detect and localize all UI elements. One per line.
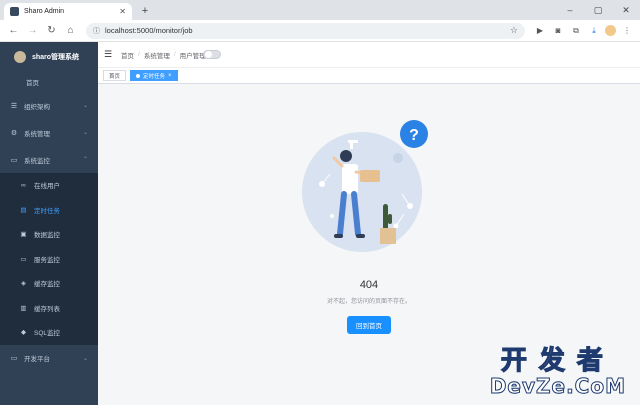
hamburger-icon[interactable]: ☰ <box>104 49 116 60</box>
tag-close-icon[interactable]: × <box>168 73 172 79</box>
breadcrumb-item: 用户管理 <box>179 52 206 60</box>
active-dot-icon <box>136 73 141 78</box>
close-window-button[interactable]: ✕ <box>612 0 640 20</box>
monitor-submenu: ∞ 在线用户 ▤ 定时任务 ▣ 数据监控 ▭ 服务监控 ◈ 缓存监控 ▥ 缓存列… <box>0 173 98 345</box>
sidebar-item-label: 缓存监控 <box>34 281 60 289</box>
extensions-icon[interactable]: ⧉ <box>569 24 583 38</box>
error-code: 404 <box>359 279 379 291</box>
sidebar-item-job[interactable]: ▤ 定时任务 <box>0 198 98 223</box>
chevron-down-icon: ⌄ <box>82 355 88 362</box>
sidebar-item-cache-list[interactable]: ▥ 缓存列表 <box>0 296 98 321</box>
top-navbar: ☰ 首页 / 系统管理 / 用户管理 <box>98 42 640 68</box>
url-input[interactable]: ⓘ localhost:5000/monitor/job ☆ <box>86 22 525 39</box>
chevron-down-icon: ⌄ <box>82 103 88 109</box>
sidebar-item-label: 缓存列表 <box>34 305 60 313</box>
breadcrumb-separator: / <box>138 51 140 58</box>
sidebar-item-organization[interactable]: ☰ 组织架构 ⌄ <box>0 92 98 119</box>
site-info-icon[interactable]: ⓘ <box>93 26 100 36</box>
url-text: localhost:5000/monitor/job <box>105 26 193 35</box>
gear-icon: ⚙ <box>10 129 18 137</box>
minimize-button[interactable]: – <box>556 0 584 20</box>
back-home-button[interactable]: 回到首页 <box>347 316 391 334</box>
logo-icon <box>14 51 26 63</box>
cache-icon: ◈ <box>21 280 26 288</box>
maximize-button[interactable]: ▢ <box>584 0 612 20</box>
breadcrumb: 首页 / 系统管理 / 用户管理 <box>121 50 206 60</box>
home-icon[interactable]: ⌂ <box>63 23 78 38</box>
sidebar-item-cache-monitor[interactable]: ◈ 缓存监控 <box>0 271 98 296</box>
sidebar-item-system[interactable]: ⚙ 系统管理 ⌄ <box>0 119 98 146</box>
server-icon: ▭ <box>20 255 27 263</box>
cache-list-icon: ▥ <box>20 304 27 312</box>
forward-icon[interactable]: → <box>25 23 40 38</box>
browser-tab-bar: Sharo Admin ✕ + – ▢ ✕ <box>0 0 640 20</box>
favicon-icon <box>10 7 19 16</box>
tab-close-icon[interactable]: ✕ <box>119 7 126 16</box>
sidebar-item-data-monitor[interactable]: ▣ 数据监控 <box>0 222 98 247</box>
error-message: 对不起，您访问的页面不存在。 <box>326 299 411 305</box>
svg-text:?: ? <box>409 127 419 144</box>
tags-view: 首页 定时任务 × <box>98 68 640 84</box>
page-content: ? 404 对不起，您访问的页面不存在。 回到首页 开发者 DevZe.CoM <box>98 84 640 405</box>
sidebar-item-label: 系统监控 <box>24 157 50 165</box>
sidebar: sharo管理系统 首页 ☰ 组织架构 ⌄ ⚙ 系统管理 ⌄ ▭ 系统监控 ⌃ … <box>0 42 98 405</box>
sidebar-item-monitor[interactable]: ▭ 系统监控 ⌃ <box>0 146 98 173</box>
tag-job[interactable]: 定时任务 × <box>130 70 178 81</box>
more-menu-icon[interactable]: ⋮ <box>620 24 634 38</box>
address-bar: ← → ↻ ⌂ ⓘ localhost:5000/monitor/job ☆ ▶… <box>0 20 640 42</box>
breadcrumb-separator: / <box>173 51 176 58</box>
sidebar-item-label: SQL监控 <box>34 330 61 338</box>
tab-title: Sharo Admin <box>24 8 65 15</box>
window-controls: – ▢ ✕ <box>556 0 640 20</box>
profile-avatar[interactable] <box>605 25 616 36</box>
tag-label: 首页 <box>109 73 121 80</box>
brand-title: sharo管理系统 <box>32 54 80 61</box>
tag-home[interactable]: 首页 <box>103 70 127 81</box>
sidebar-item-sql-monitor[interactable]: ◆ SQL监控 <box>0 320 98 345</box>
job-icon: ▤ <box>20 206 27 214</box>
breadcrumb-item[interactable]: 系统管理 <box>144 50 170 60</box>
list-icon: ☰ <box>10 102 18 110</box>
reload-icon[interactable]: ↻ <box>44 23 59 38</box>
sidebar-item-label: 组织架构 <box>24 103 50 111</box>
sidebar-item-label: 首页 <box>26 80 39 87</box>
sidebar-item-label: 服务监控 <box>34 256 60 264</box>
app-layout: sharo管理系统 首页 ☰ 组织架构 ⌄ ⚙ 系统管理 ⌄ ▭ 系统监控 ⌃ … <box>0 42 640 405</box>
chevron-down-icon: ⌄ <box>82 130 88 136</box>
chevron-up-icon: ⌃ <box>82 157 88 163</box>
error-block: 404 对不起，您访问的页面不存在。 回到首页 <box>98 279 640 334</box>
sidebar-item-label: 定时任务 <box>34 207 60 215</box>
watermark-line1: 开发者 <box>500 346 615 376</box>
watermark-line2: DevZe.CoM <box>489 374 626 398</box>
sidebar-item-label: 系统管理 <box>24 130 50 138</box>
watermark: 开发者 DevZe.CoM <box>489 346 626 398</box>
sidebar-item-server-monitor[interactable]: ▭ 服务监控 <box>0 247 98 272</box>
sql-icon: ◆ <box>21 329 26 337</box>
play-extension-icon[interactable]: ▶ <box>533 24 547 38</box>
sidebar-item-label: 开发平台 <box>24 356 50 363</box>
monitor-icon: ▭ <box>10 156 18 164</box>
download-icon[interactable]: ⤓ <box>587 24 601 38</box>
browser-tab[interactable]: Sharo Admin ✕ <box>4 3 132 20</box>
sidebar-item-online-users[interactable]: ∞ 在线用户 <box>0 173 98 198</box>
sidebar-item-label: 数据监控 <box>34 232 60 240</box>
not-found-illustration: ? <box>302 120 428 252</box>
bookmark-star-icon[interactable]: ☆ <box>510 25 518 36</box>
new-tab-button[interactable]: + <box>138 4 152 18</box>
main-area: ☰ 首页 / 系统管理 / 用户管理 首页 定时任务 × ? 404 对不起，您… <box>98 42 640 405</box>
theme-toggle[interactable] <box>202 50 221 59</box>
breadcrumb-item[interactable]: 首页 <box>121 50 134 60</box>
online-icon: ∞ <box>21 181 26 189</box>
sidebar-item-home[interactable]: 首页 <box>0 72 98 92</box>
brand[interactable]: sharo管理系统 <box>0 42 98 72</box>
camera-extension-icon[interactable]: ◙ <box>551 24 565 38</box>
sidebar-item-dev-platform[interactable]: ▭ 开发平台 ⌄ <box>0 345 98 372</box>
sidebar-item-label: 在线用户 <box>34 183 60 191</box>
tag-label: 定时任务 <box>143 73 166 80</box>
dev-icon: ▭ <box>10 355 18 362</box>
data-icon: ▣ <box>20 231 27 239</box>
back-icon[interactable]: ← <box>6 23 21 38</box>
